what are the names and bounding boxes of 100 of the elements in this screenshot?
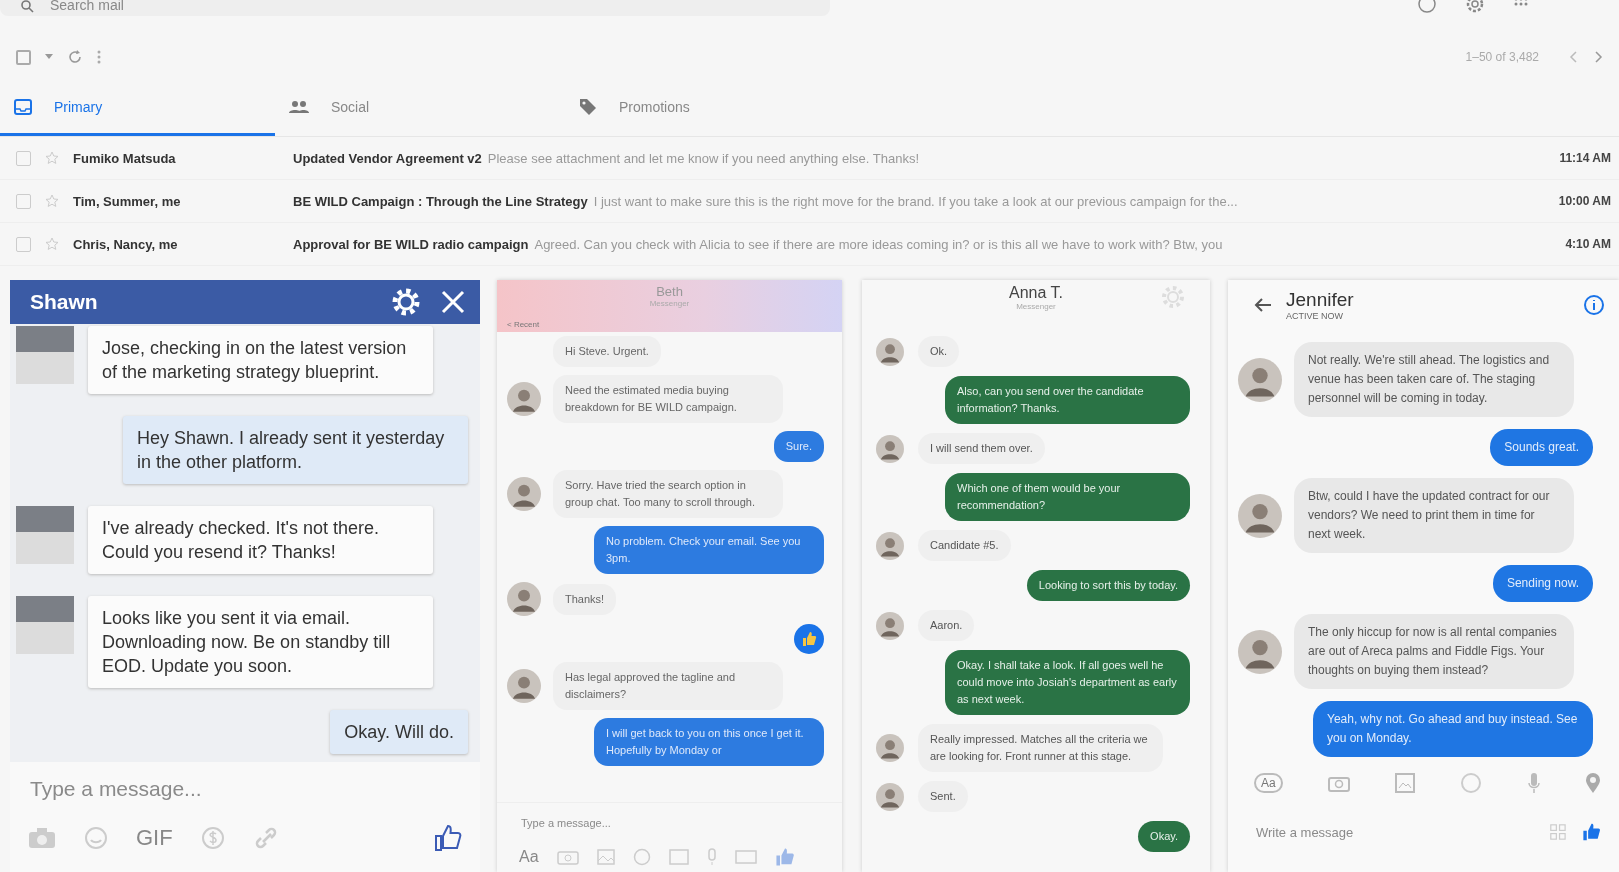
email-subject: Approval for BE WILD radio campaign xyxy=(293,236,529,252)
text-format-button[interactable]: Aa xyxy=(519,848,539,866)
avatar-icon xyxy=(876,734,904,762)
received-message: I will send them over. xyxy=(918,433,1045,464)
previous-page-icon[interactable] xyxy=(1569,51,1579,63)
checkbox[interactable] xyxy=(16,150,31,166)
people-icon xyxy=(289,99,309,114)
chat-title: Jennifer xyxy=(1286,289,1355,311)
avatar-icon xyxy=(1238,493,1282,538)
received-message: Need the estimated media buying breakdown for BE WILD campaign. xyxy=(553,375,783,423)
avatar-icon xyxy=(876,434,904,463)
email-sender: Chris, Nancy, me xyxy=(73,236,179,252)
close-icon[interactable] xyxy=(440,289,466,315)
received-message: Jose, checking in on the latest version of the marketing strategy blueprint. xyxy=(88,326,433,394)
back-arrow-icon[interactable] xyxy=(1254,297,1272,313)
star-icon[interactable] xyxy=(45,151,59,165)
settings-icon[interactable] xyxy=(390,286,422,318)
apps-icon[interactable] xyxy=(1550,822,1566,842)
message-input[interactable]: Write a message xyxy=(1254,823,1534,841)
inbox-icon xyxy=(14,98,32,115)
chat-title: Shawn xyxy=(30,290,99,314)
email-subject: BE WILD Campaign : Through the Line Strategy xyxy=(293,193,588,209)
next-page-icon[interactable] xyxy=(1593,51,1603,63)
thumbs-up-icon[interactable] xyxy=(434,824,462,852)
email-time: 11:14 AM xyxy=(1559,151,1611,165)
received-message: Not really. We're still ahead. The logistics and venue has been taken care of. The staging personnel will be coming in today. xyxy=(1294,342,1574,417)
chat-title: Anna T. xyxy=(1009,284,1063,302)
gif-button[interactable]: GIF xyxy=(136,825,173,851)
avatar-icon xyxy=(876,782,904,811)
refresh-icon[interactable] xyxy=(67,49,83,65)
email-row[interactable]: Fumiko Matsuda Updated Vendor Agreement v2 Please see attachment and let me know if you need anything else. Thanks! 11:14 AM xyxy=(0,137,1619,180)
email-sender: Tim, Summer, me xyxy=(73,193,182,209)
sent-message: Which one of them would be your recommendation? xyxy=(945,473,1190,521)
microphone-icon[interactable] xyxy=(706,848,717,866)
dollar-icon[interactable] xyxy=(200,826,225,850)
select-all-checkbox[interactable] xyxy=(16,49,31,65)
checkbox[interactable] xyxy=(16,236,31,252)
received-message: Thanks! xyxy=(553,583,617,615)
sent-message: No problem. Check your email. See you 3pm. xyxy=(594,526,824,574)
camera-icon[interactable] xyxy=(556,849,579,865)
sent-message: Okay. xyxy=(1138,821,1190,852)
sent-message: Okay. I shall take a look. If all goes well he could move into Josiah's department as early as next week. xyxy=(945,650,1190,715)
chat-subtitle: Messenger xyxy=(1016,302,1056,311)
inbox-tab[interactable]: Social xyxy=(275,80,565,136)
sent-message: Looking to sort this by today. xyxy=(1026,570,1190,601)
sent-message: Hey Shawn. I already sent it yesterday in the other platform. xyxy=(123,416,468,484)
received-message: Sent. xyxy=(918,781,968,812)
email-row[interactable]: Chris, Nancy, me Approval for BE WILD radio campaign Agreed. Can you check with Alicia to see if there are more ideas coming in? or is this all we have to work with? Btw, you 4:10 AM xyxy=(0,223,1619,266)
sent-message: Sending now. xyxy=(1492,565,1593,602)
message-input[interactable]: Type a message... xyxy=(519,816,832,830)
star-icon[interactable] xyxy=(45,194,59,208)
inbox-tab[interactable]: Promotions xyxy=(565,80,855,136)
received-message: Hi Steve. Urgent. xyxy=(553,336,661,367)
camera-icon[interactable] xyxy=(28,827,56,849)
email-time: 10:00 AM xyxy=(1558,194,1611,208)
back-link[interactable]: < Recent xyxy=(507,320,540,329)
received-message: Candidate #5. xyxy=(918,530,1011,561)
email-snippet: I just want to make sure this is the right move for the brand. If you take a look at our previous campaign for the... xyxy=(593,193,1239,209)
received-message: Aaron. xyxy=(918,610,975,641)
received-message: Looks like you sent it via email. Downloading now. Be on standby till EOD. Update you soon. xyxy=(88,596,433,688)
inbox-tab[interactable]: Primary xyxy=(0,80,275,136)
microphone-icon[interactable] xyxy=(1527,772,1540,794)
sent-message: Okay. Will do. xyxy=(330,710,468,754)
camera-icon[interactable] xyxy=(1327,774,1350,792)
avatar-picture xyxy=(16,326,74,384)
sent-message: Sounds great. xyxy=(1490,429,1593,466)
received-message: Has legal approved the tagline and disclaimers? xyxy=(553,662,783,710)
image-icon[interactable] xyxy=(1395,773,1416,793)
avatar-picture xyxy=(16,596,74,654)
thumbs-up-icon[interactable] xyxy=(774,847,795,867)
sent-message: I will get back to you on this once I get it. Hopefully by Monday or xyxy=(594,718,824,766)
email-time: 4:10 AM xyxy=(1565,237,1611,251)
avatar-icon xyxy=(876,531,904,560)
search-field[interactable]: Search mail xyxy=(0,0,830,16)
search-icon xyxy=(20,0,34,13)
received-message: The only hiccup for now is all rental companies are out of Areca palms and Fiddle Figs. Your thoughts on buying them instead? xyxy=(1294,614,1574,689)
message-input[interactable]: Type a message... xyxy=(28,776,466,802)
star-icon[interactable] xyxy=(45,237,59,251)
checkbox[interactable] xyxy=(16,193,31,209)
avatar-icon xyxy=(876,611,904,640)
page-range: 1–50 of 3,482 xyxy=(1465,50,1539,64)
received-message: Sorry. Have tried the search option in group chat. Too many to scroll through. xyxy=(553,470,783,518)
email-subject: Updated Vendor Agreement v2 xyxy=(293,150,482,166)
chat-title: Beth xyxy=(656,284,683,299)
image-icon[interactable] xyxy=(596,849,615,865)
thumbs-up-icon xyxy=(794,624,824,654)
avatar-icon xyxy=(876,337,904,366)
more-icon[interactable] xyxy=(97,49,101,65)
info-icon[interactable] xyxy=(1583,294,1605,316)
settings-icon[interactable] xyxy=(1465,0,1485,14)
text-format-button[interactable]: Aa xyxy=(1254,773,1283,793)
tag-icon xyxy=(579,97,597,116)
email-sender: Fumiko Matsuda xyxy=(73,150,177,166)
location-pin-icon[interactable] xyxy=(1584,772,1601,794)
avatar-icon xyxy=(1238,629,1282,674)
received-message: Really impressed. Matches all the criteria we are looking for. Front runner at this stage. xyxy=(918,724,1163,772)
email-row[interactable]: Tim, Summer, me BE WILD Campaign : Through the Line Strategy I just want to make sure this is the right move for the brand. If you take a look at our previous campaign for the... 10:00 AM xyxy=(0,180,1619,223)
received-message: Ok. xyxy=(918,336,960,367)
avatar-icon xyxy=(1238,357,1282,402)
caret-icon[interactable] xyxy=(45,54,53,60)
